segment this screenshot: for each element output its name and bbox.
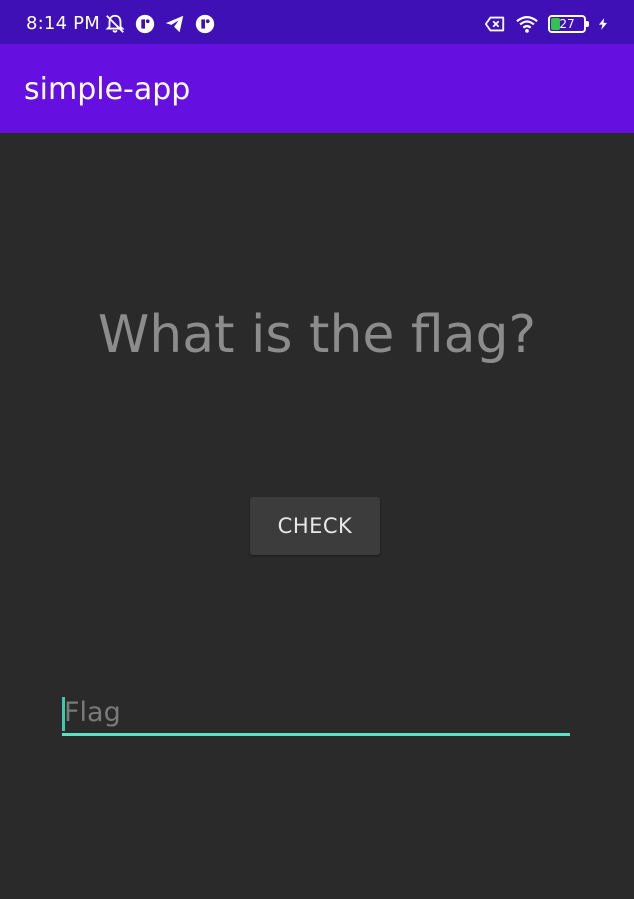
input-underline [62,733,570,736]
flag-input[interactable] [62,689,570,735]
status-time: 8:14 PM [26,13,100,34]
sim-off-icon [484,16,505,32]
app-title: simple-app [24,72,191,107]
battery-icon: 27 [548,15,589,33]
telegram-icon [165,15,184,33]
main-content: What is the flag? CHECK [0,133,634,899]
question-text: What is the flag? [97,305,537,365]
text-cursor [62,697,65,731]
app-badge-icon [195,14,215,34]
app-badge-icon [135,14,155,34]
battery-tip [586,21,589,27]
flag-field[interactable] [62,689,570,737]
charging-icon [598,18,608,30]
app-bar: simple-app [0,44,634,133]
mute-alarm-icon [105,14,125,33]
check-button[interactable]: CHECK [250,497,380,555]
status-bar: 8:14 PM 27 [0,0,634,44]
wifi-icon [516,16,538,33]
status-icons-left [104,12,216,36]
status-icons-right: 27 [484,12,610,36]
battery-level: 27 [559,17,575,31]
